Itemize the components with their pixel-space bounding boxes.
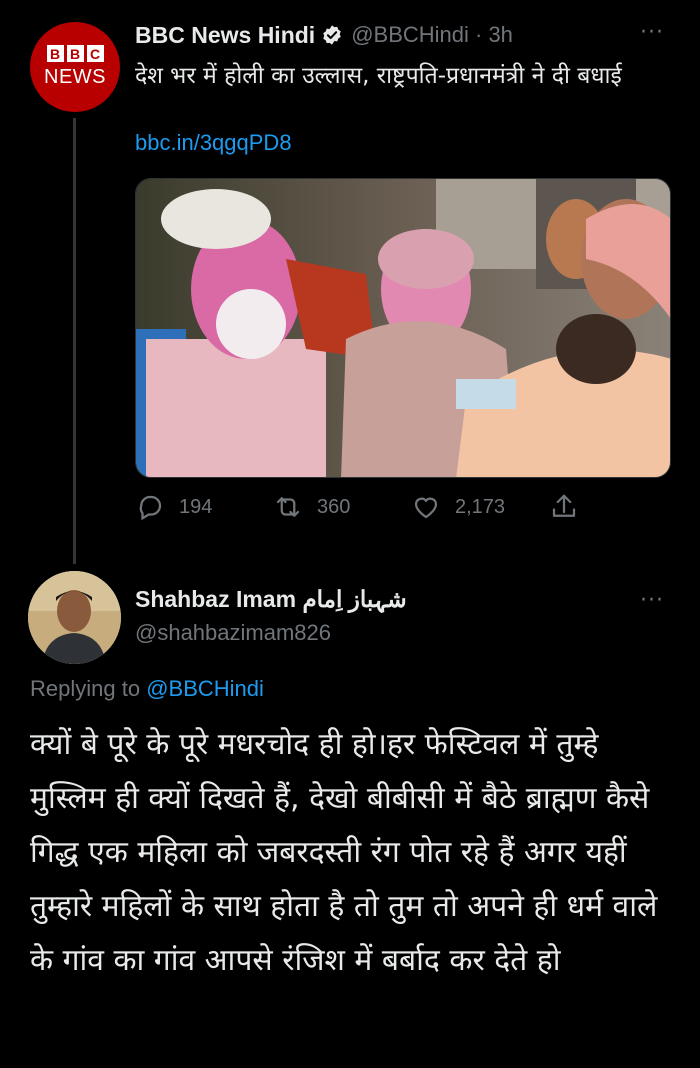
bbc-news-hindi-avatar[interactable]: B B C NEWS: [30, 22, 120, 112]
like-count: 2,173: [455, 495, 506, 518]
verified-badge-icon: [323, 25, 341, 45]
tweet-text: देश भर में होली का उल्लास, राष्ट्रपति-प्…: [135, 63, 622, 89]
reply-action[interactable]: 194: [135, 492, 212, 522]
more-options-icon[interactable]: ···: [640, 20, 664, 45]
reply-count: 194: [179, 495, 213, 518]
bbc-logo-news-word: NEWS: [44, 66, 106, 88]
bbc-logo-blocks: B B C: [46, 45, 104, 62]
bbc-logo-block-b2: B: [66, 45, 84, 62]
replying-to-line: Replying to @BBCHindi: [30, 676, 264, 702]
tweet-photo[interactable]: [135, 178, 671, 478]
heart-icon: [414, 497, 438, 519]
replying-to-handle[interactable]: @BBCHindi: [146, 676, 264, 701]
retweet-icon: [276, 497, 300, 517]
holi-celebration-photo: [136, 179, 670, 477]
reply-icon: [139, 495, 162, 521]
thread-connector-line: [73, 118, 76, 564]
reply-author-handle[interactable]: @shahbazimam826: [135, 620, 331, 646]
user-photo: [28, 571, 121, 664]
tweet-link[interactable]: bbc.in/3qgqPD8: [135, 130, 292, 156]
reply-author-name[interactable]: Shahbaz Imam شہباز اِمام: [135, 586, 407, 613]
author-handle-time[interactable]: @BBCHindi · 3h: [351, 22, 513, 48]
author-name[interactable]: BBC News Hindi: [135, 22, 315, 49]
reply-text: क्यों बे पूरे के पूरे मधरचोद ही हो।हर फे…: [30, 727, 658, 978]
tweet-actions: 194 360 2,173: [135, 492, 595, 528]
like-action[interactable]: 2,173: [411, 492, 505, 522]
tweet-header: BBC News Hindi @BBCHindi · 3h: [135, 20, 513, 50]
reply-more-options-icon[interactable]: ···: [640, 588, 664, 613]
replying-to-label: Replying to: [30, 676, 141, 701]
shahbaz-imam-avatar[interactable]: [28, 571, 121, 664]
share-action[interactable]: [549, 492, 593, 522]
bbc-logo-block-c: C: [86, 45, 104, 62]
share-icon: [552, 494, 576, 517]
retweet-count: 360: [317, 495, 351, 518]
retweet-action[interactable]: 360: [273, 492, 350, 522]
bbc-logo-block-b1: B: [46, 45, 64, 62]
